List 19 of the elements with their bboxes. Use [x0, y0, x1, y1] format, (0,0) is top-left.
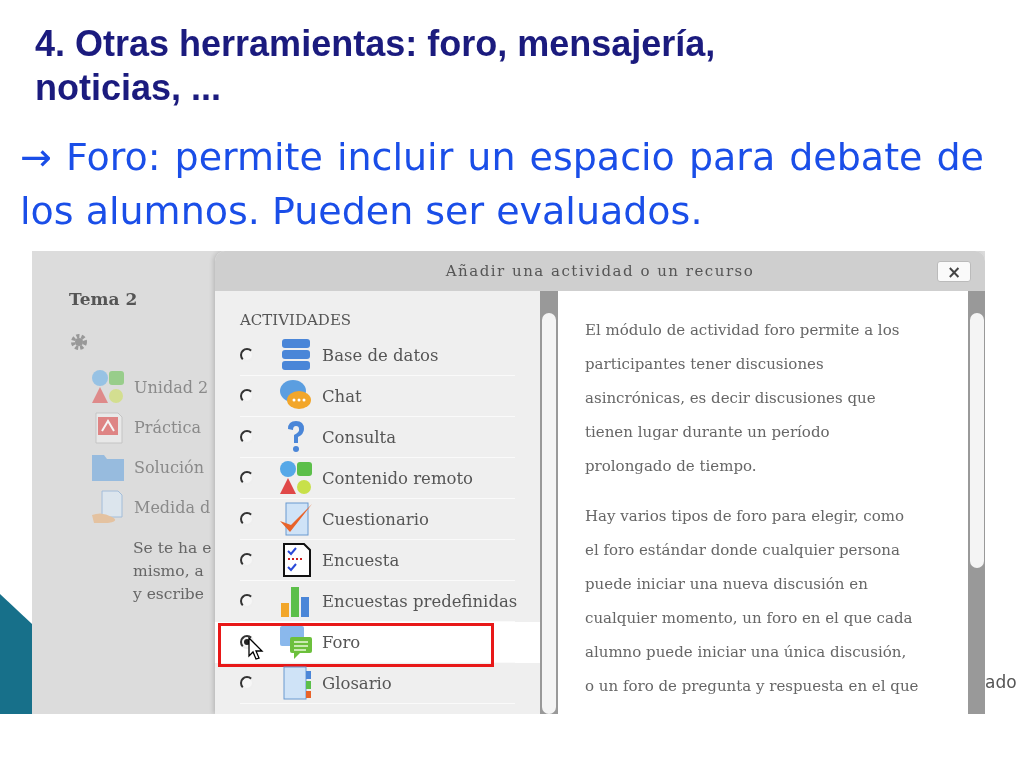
- option-label[interactable]: Chat: [322, 386, 362, 406]
- section-heading: ACTIVIDADES: [240, 311, 353, 331]
- description-paragraph: Hay varios tipos de foro para elegir, como el foro estándar donde cualquier persona puede iniciar una nueva discusión en cualquier momento, un foro en el que cada alumno puede iniciar una única discusión, o un foro de pregunta y respuesta en el que: [585, 506, 920, 697]
- slide-text: → Foro: permite incluir un espacio para debate de los alumnos. Pueden ser evaluados.: [20, 134, 984, 235]
- option-label[interactable]: Consulta: [322, 427, 397, 447]
- close-button[interactable]: ×: [937, 261, 971, 282]
- description-paragraph: El módulo de actividad foro permite a los participantes tener discusiones asincrónicas, es decir discusiones que tienen lugar durante un período prolongado de tiempo.: [585, 320, 901, 477]
- option-label[interactable]: Glosario: [322, 673, 392, 693]
- section-title: Tema 2: [69, 289, 139, 309]
- option-label[interactable]: Encuesta: [322, 550, 400, 570]
- footer-text: ado: [985, 672, 1017, 692]
- option-label[interactable]: Contenido remoto: [322, 468, 474, 488]
- option-label[interactable]: Base de datos: [322, 345, 439, 365]
- option-label[interactable]: Cuestionario: [322, 509, 429, 529]
- option-label[interactable]: Encuestas predefinidas: [322, 591, 518, 611]
- section-text: Se te ha e mismo, a y escribe: [133, 538, 213, 605]
- option-label[interactable]: Foro: [322, 632, 361, 652]
- dialog-title: Añadir una actividad o un recurso: [445, 262, 755, 280]
- slide-title: 4. Otras herramientas: foro, mensajería, noticias, ...: [35, 22, 717, 110]
